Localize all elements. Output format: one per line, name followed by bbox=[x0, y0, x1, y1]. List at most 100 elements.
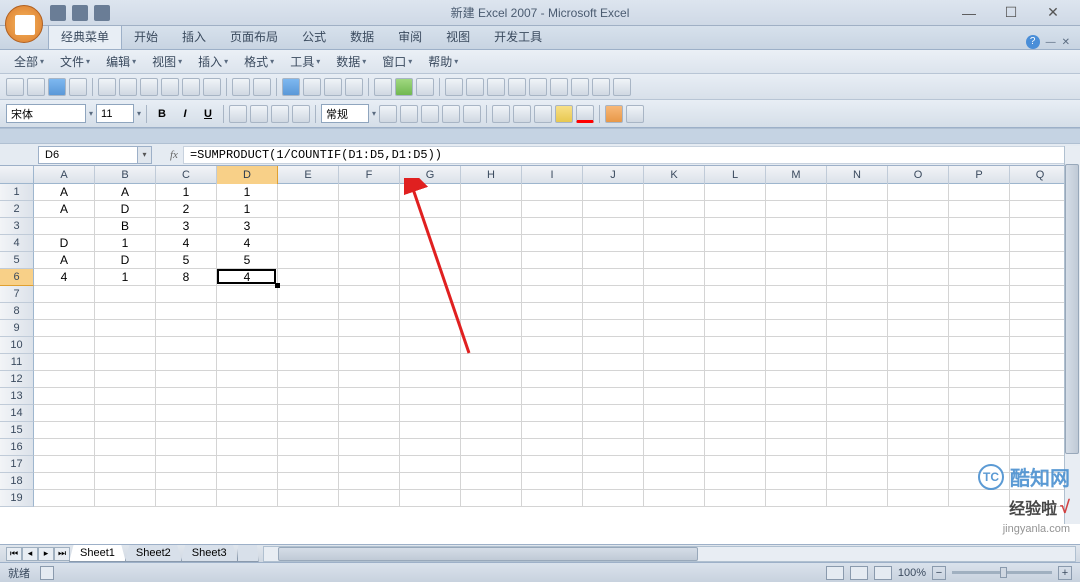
tb-extra4-icon[interactable] bbox=[571, 78, 589, 96]
cell-Q4[interactable] bbox=[1010, 235, 1071, 252]
cell-G7[interactable] bbox=[400, 286, 461, 303]
cell-M11[interactable] bbox=[766, 354, 827, 371]
cell-B8[interactable] bbox=[95, 303, 156, 320]
cell-L3[interactable] bbox=[705, 218, 766, 235]
print-icon[interactable] bbox=[69, 78, 87, 96]
cell-C10[interactable] bbox=[156, 337, 217, 354]
cell-B13[interactable] bbox=[95, 388, 156, 405]
name-box[interactable]: D6 bbox=[38, 146, 138, 164]
fx-icon[interactable]: fx bbox=[170, 149, 178, 161]
cell-K5[interactable] bbox=[644, 252, 705, 269]
cell-M6[interactable] bbox=[766, 269, 827, 286]
tab-page-layout[interactable]: 页面布局 bbox=[218, 24, 290, 49]
cell-Q3[interactable] bbox=[1010, 218, 1071, 235]
cell-O14[interactable] bbox=[888, 405, 949, 422]
cell-P13[interactable] bbox=[949, 388, 1010, 405]
cell-B2[interactable]: D bbox=[95, 201, 156, 218]
row-header-15[interactable]: 15 bbox=[0, 422, 34, 439]
cell-N8[interactable] bbox=[827, 303, 888, 320]
tb-extra1-icon[interactable] bbox=[508, 78, 526, 96]
row-header-5[interactable]: 5 bbox=[0, 252, 34, 269]
cell-D1[interactable]: 1 bbox=[217, 184, 278, 201]
save-icon[interactable] bbox=[48, 78, 66, 96]
cell-F7[interactable] bbox=[339, 286, 400, 303]
cell-K7[interactable] bbox=[644, 286, 705, 303]
comma-icon[interactable] bbox=[421, 105, 439, 123]
tab-developer[interactable]: 开发工具 bbox=[482, 24, 554, 49]
cell-N5[interactable] bbox=[827, 252, 888, 269]
format-painter-icon[interactable] bbox=[203, 78, 221, 96]
col-header-L[interactable]: L bbox=[705, 166, 766, 184]
cell-N15[interactable] bbox=[827, 422, 888, 439]
sort-asc-icon[interactable] bbox=[324, 78, 342, 96]
cell-I7[interactable] bbox=[522, 286, 583, 303]
cell-Q6[interactable] bbox=[1010, 269, 1071, 286]
cell-F1[interactable] bbox=[339, 184, 400, 201]
font-name-select[interactable]: 宋体 bbox=[6, 104, 86, 123]
cell-L1[interactable] bbox=[705, 184, 766, 201]
cell-M15[interactable] bbox=[766, 422, 827, 439]
cell-Q8[interactable] bbox=[1010, 303, 1071, 320]
paste-icon[interactable] bbox=[182, 78, 200, 96]
cell-A15[interactable] bbox=[34, 422, 95, 439]
tab-insert[interactable]: 插入 bbox=[170, 24, 218, 49]
row-header-4[interactable]: 4 bbox=[0, 235, 34, 252]
col-header-F[interactable]: F bbox=[339, 166, 400, 184]
cell-K6[interactable] bbox=[644, 269, 705, 286]
cell-I6[interactable] bbox=[522, 269, 583, 286]
cell-A5[interactable]: A bbox=[34, 252, 95, 269]
underline-button[interactable]: U bbox=[198, 104, 218, 124]
col-header-I[interactable]: I bbox=[522, 166, 583, 184]
cell-F18[interactable] bbox=[339, 473, 400, 490]
cell-K17[interactable] bbox=[644, 456, 705, 473]
close-button[interactable]: ✕ bbox=[1041, 4, 1065, 22]
sum-icon[interactable] bbox=[303, 78, 321, 96]
sheet-tab-2[interactable]: Sheet2 bbox=[125, 545, 182, 562]
cell-O19[interactable] bbox=[888, 490, 949, 507]
cell-O11[interactable] bbox=[888, 354, 949, 371]
cell-F12[interactable] bbox=[339, 371, 400, 388]
cell-G17[interactable] bbox=[400, 456, 461, 473]
sheet-last-icon[interactable]: ⏭ bbox=[54, 547, 70, 561]
cell-G3[interactable] bbox=[400, 218, 461, 235]
drawing-icon[interactable] bbox=[416, 78, 434, 96]
cell-K11[interactable] bbox=[644, 354, 705, 371]
cell-C3[interactable]: 3 bbox=[156, 218, 217, 235]
col-header-G[interactable]: G bbox=[400, 166, 461, 184]
cell-J15[interactable] bbox=[583, 422, 644, 439]
cell-P6[interactable] bbox=[949, 269, 1010, 286]
cell-E8[interactable] bbox=[278, 303, 339, 320]
cell-G15[interactable] bbox=[400, 422, 461, 439]
cell-J6[interactable] bbox=[583, 269, 644, 286]
cell-J8[interactable] bbox=[583, 303, 644, 320]
cell-E7[interactable] bbox=[278, 286, 339, 303]
cell-M5[interactable] bbox=[766, 252, 827, 269]
cell-I19[interactable] bbox=[522, 490, 583, 507]
cell-E5[interactable] bbox=[278, 252, 339, 269]
cell-H15[interactable] bbox=[461, 422, 522, 439]
cell-H16[interactable] bbox=[461, 439, 522, 456]
fill-handle[interactable] bbox=[275, 283, 280, 288]
cell-B18[interactable] bbox=[95, 473, 156, 490]
horizontal-scrollbar[interactable] bbox=[263, 546, 1076, 562]
cell-A9[interactable] bbox=[34, 320, 95, 337]
qat-redo-icon[interactable] bbox=[94, 5, 110, 21]
row-header-1[interactable]: 1 bbox=[0, 184, 34, 201]
cell-Q5[interactable] bbox=[1010, 252, 1071, 269]
cell-N7[interactable] bbox=[827, 286, 888, 303]
cell-N1[interactable] bbox=[827, 184, 888, 201]
cell-M7[interactable] bbox=[766, 286, 827, 303]
cell-E14[interactable] bbox=[278, 405, 339, 422]
cell-G9[interactable] bbox=[400, 320, 461, 337]
cell-C13[interactable] bbox=[156, 388, 217, 405]
cell-I17[interactable] bbox=[522, 456, 583, 473]
zoom-level[interactable]: 100% bbox=[898, 567, 926, 579]
cell-K2[interactable] bbox=[644, 201, 705, 218]
cell-P1[interactable] bbox=[949, 184, 1010, 201]
cell-K9[interactable] bbox=[644, 320, 705, 337]
cell-N13[interactable] bbox=[827, 388, 888, 405]
cell-I16[interactable] bbox=[522, 439, 583, 456]
cell-D8[interactable] bbox=[217, 303, 278, 320]
cell-C17[interactable] bbox=[156, 456, 217, 473]
cell-B7[interactable] bbox=[95, 286, 156, 303]
